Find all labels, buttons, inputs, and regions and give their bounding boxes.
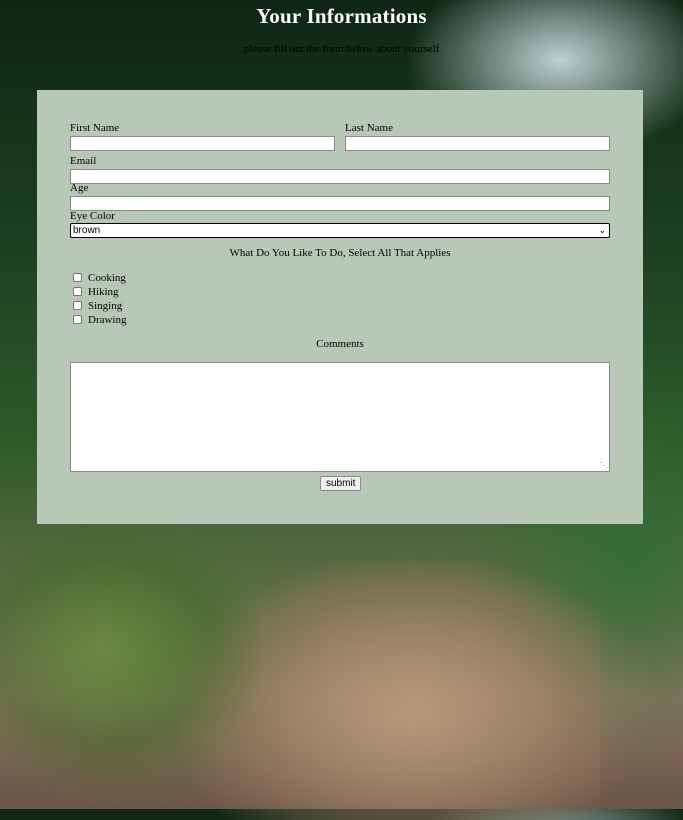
first-name-label: First Name — [70, 122, 120, 134]
email-field[interactable] — [70, 169, 610, 184]
last-name-field[interactable] — [345, 136, 610, 151]
hiking-checkbox[interactable] — [73, 287, 82, 296]
page-subtitle: please fill out the form below about you… — [243, 43, 440, 55]
page-title: Your Informations — [256, 4, 427, 28]
activities-heading: What Do You Like To Do, Select All That … — [229, 247, 451, 259]
hiking-label: Hiking — [88, 286, 119, 298]
eye-color-label: Eye Color — [70, 210, 115, 222]
singing-checkbox[interactable] — [73, 301, 82, 310]
cooking-checkbox[interactable] — [73, 273, 82, 282]
age-field[interactable] — [70, 196, 610, 211]
chevron-down-icon: ⌄ — [598, 225, 606, 235]
first-name-field[interactable] — [70, 136, 335, 151]
resize-grip-icon[interactable]: ⋱ — [600, 462, 608, 470]
comments-textarea[interactable]: ⋱ — [70, 362, 610, 472]
singing-label: Singing — [88, 300, 123, 312]
drawing-label: Drawing — [88, 314, 127, 326]
email-label: Email — [70, 155, 97, 167]
drawing-checkbox[interactable] — [73, 315, 82, 324]
age-label: Age — [70, 182, 89, 194]
info-form: First Name Last Name Email Age Eye Color… — [37, 90, 643, 524]
last-name-label: Last Name — [345, 122, 393, 134]
comments-label: Comments — [316, 338, 364, 350]
eye-color-selected-value: brown — [73, 225, 101, 236]
submit-button[interactable]: submit — [320, 476, 362, 491]
background-grass-image — [0, 520, 260, 780]
cooking-label: Cooking — [88, 272, 126, 284]
eye-color-select[interactable]: brown ⌄ — [70, 223, 610, 238]
